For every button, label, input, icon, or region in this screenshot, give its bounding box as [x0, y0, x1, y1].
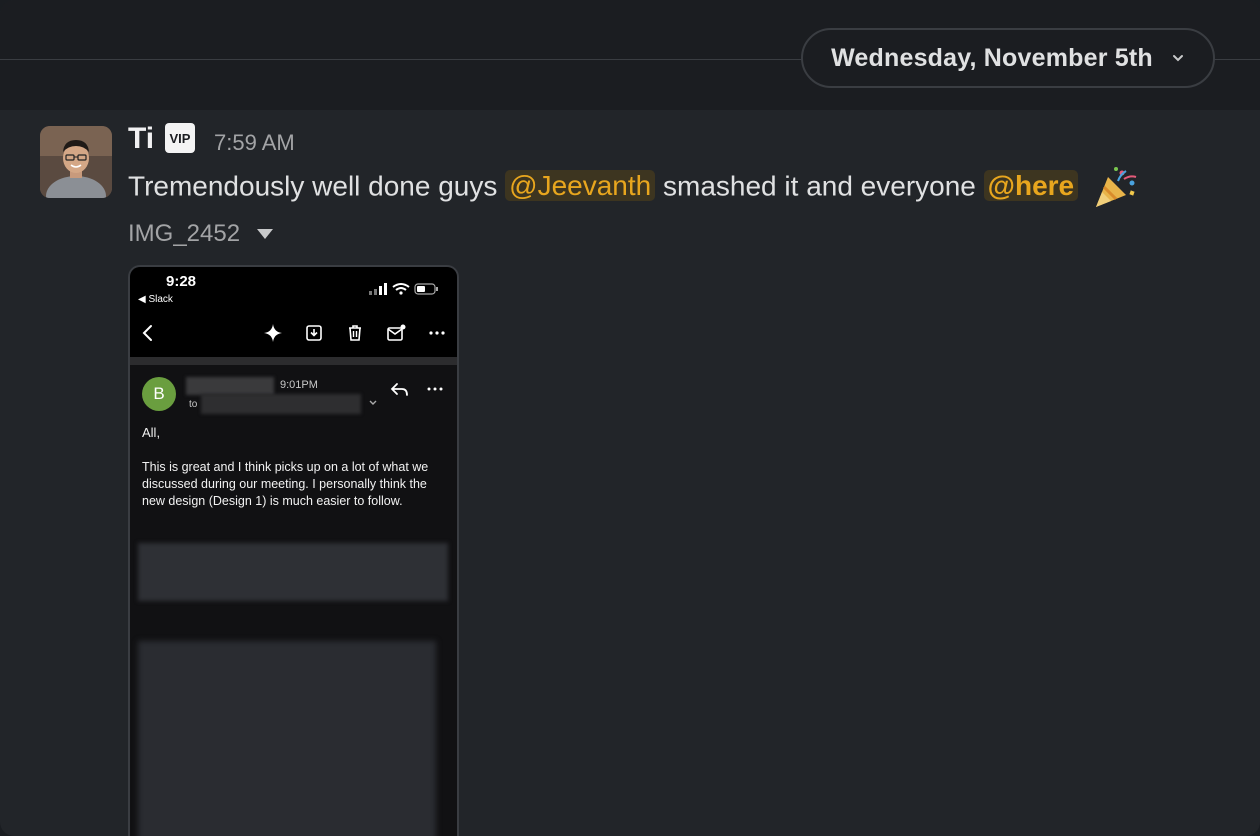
message-item[interactable]: Ti VIP 7:59 AM Tremendously well done gu…: [0, 110, 1260, 836]
email-greeting: All,: [142, 425, 161, 440]
email-time: 9:01PM: [280, 379, 318, 391]
channel-header-area: Wednesday, November 5th: [0, 0, 1260, 110]
sparkle-icon[interactable]: [263, 323, 283, 343]
phone-status-bar: 9:28 ◀ Slack: [130, 267, 457, 311]
message-text-part: smashed it and everyone: [663, 170, 976, 202]
status-icons: [369, 283, 438, 295]
attachment-name[interactable]: IMG_2452: [128, 220, 240, 248]
message-text-part: Tremendously well done guys: [128, 170, 498, 202]
message-timestamp[interactable]: 7:59 AM: [214, 130, 295, 156]
reply-icon: [390, 383, 408, 396]
vip-badge: VIP: [165, 123, 195, 153]
redacted-sender-name: [186, 377, 274, 395]
message-text: Tremendously well done guys @Jeevanth sm…: [128, 165, 1140, 211]
party-popper-icon: [1095, 167, 1137, 207]
email-paragraph: This is great and I think picks up on a …: [142, 460, 429, 508]
here-mention[interactable]: @here: [983, 170, 1079, 202]
mark-unread-icon[interactable]: [386, 323, 406, 343]
more-options-icon: [427, 387, 443, 391]
status-time: 9:28: [166, 273, 197, 290]
redacted-recipients: [201, 394, 361, 414]
trash-icon[interactable]: [345, 323, 365, 343]
email-toolbar: [130, 311, 457, 357]
chevron-down-icon: [1172, 55, 1183, 62]
more-options-icon[interactable]: [427, 323, 447, 343]
user-photo: [40, 126, 112, 198]
date-label: Wednesday, November 5th: [831, 43, 1153, 72]
user-mention[interactable]: @Jeevanth: [505, 170, 656, 202]
slack-window: Wednesday, November 5th Ti VIP 7:59 AM T…: [0, 0, 1260, 836]
toolbar-separator: [130, 357, 457, 365]
sender-name[interactable]: Ti: [128, 122, 154, 156]
image-attachment[interactable]: 9:28 ◀ Slack B 9:01PM to All, This is gr…: [128, 265, 459, 836]
caret-down-icon[interactable]: [256, 228, 274, 240]
email-to-label: to: [189, 399, 198, 410]
attachment-header: IMG_2452: [128, 220, 274, 248]
date-divider-button[interactable]: Wednesday, November 5th: [801, 28, 1215, 88]
avatar[interactable]: [40, 126, 112, 198]
back-arrow-icon[interactable]: [138, 323, 158, 343]
redacted-content: [138, 543, 448, 601]
chevron-down-icon: [369, 400, 377, 405]
redacted-content: [138, 641, 436, 836]
back-to-app-label: ◀ Slack: [138, 294, 173, 305]
email-body: B 9:01PM to All, This is great and I thi…: [130, 365, 457, 836]
archive-icon[interactable]: [304, 323, 324, 343]
email-sender-avatar: B: [142, 377, 176, 411]
